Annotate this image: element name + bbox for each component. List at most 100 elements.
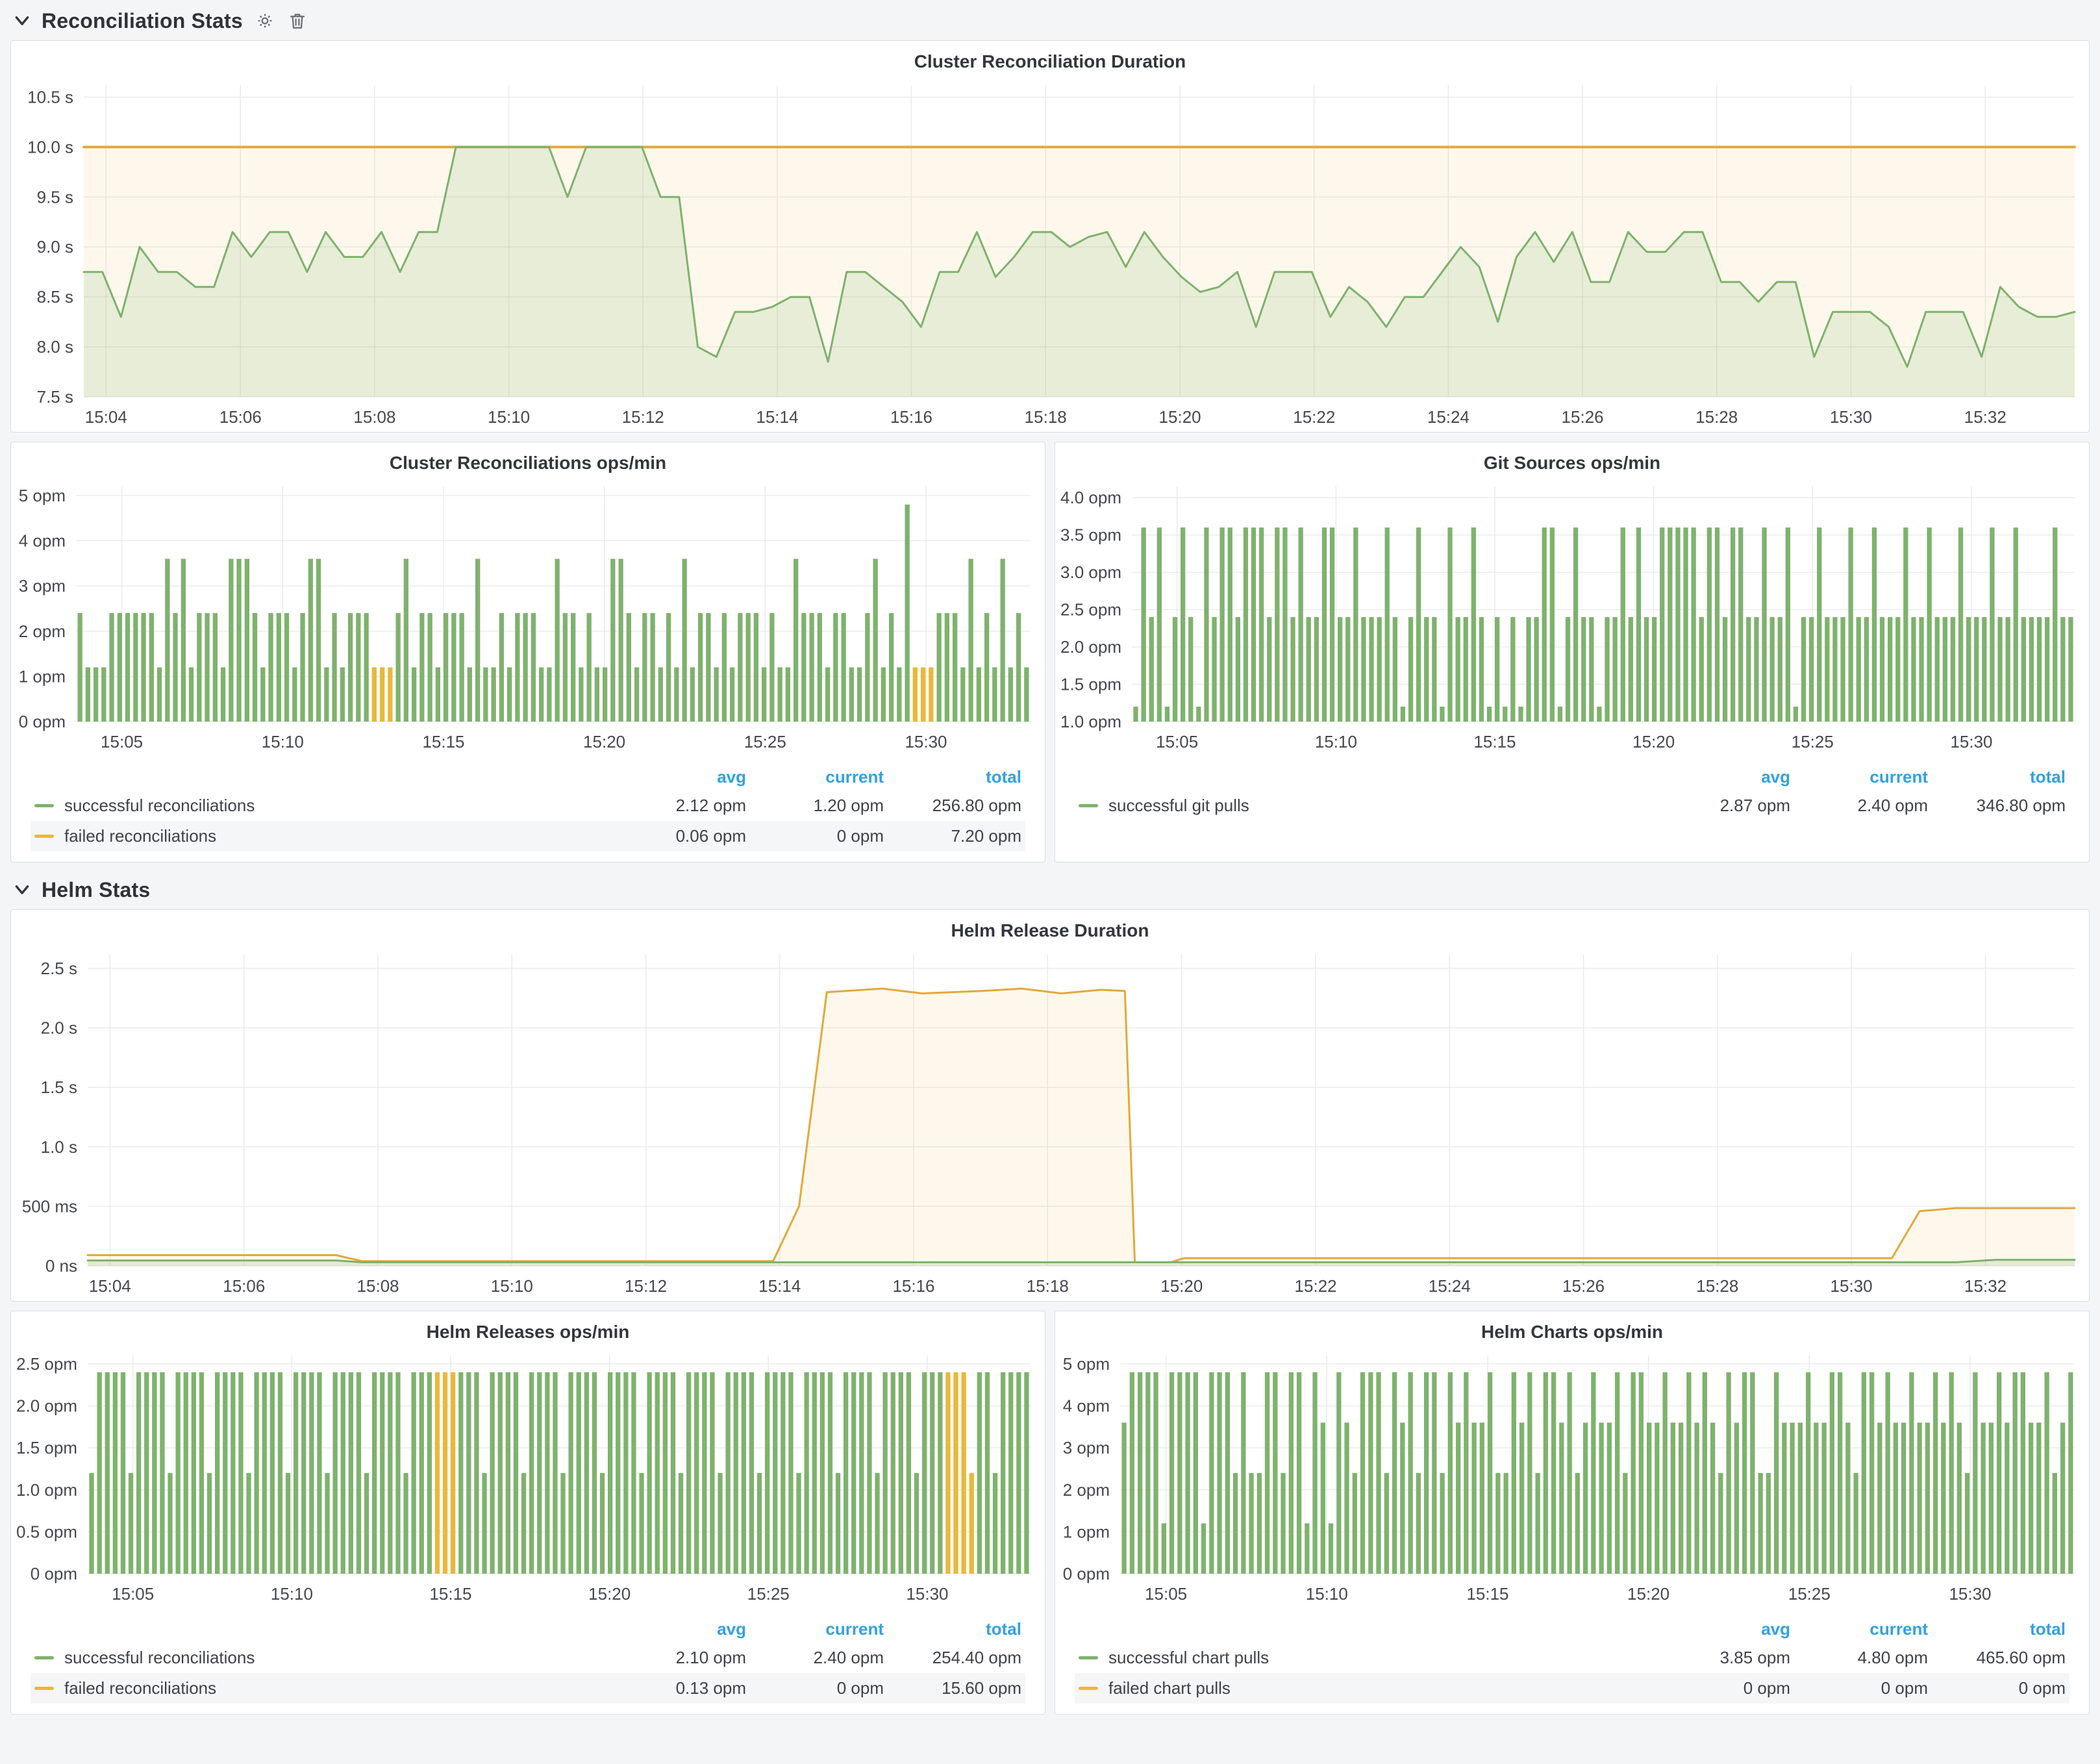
svg-text:9.0 s: 9.0 s — [37, 237, 73, 257]
svg-text:2.5 s: 2.5 s — [41, 959, 77, 978]
svg-text:15:25: 15:25 — [1792, 732, 1834, 751]
cluster-reconciliation-duration-chart[interactable]: 15:0415:0615:0815:1015:1215:1415:1615:18… — [11, 76, 2089, 432]
svg-text:4 opm: 4 opm — [19, 531, 66, 551]
svg-text:3 opm: 3 opm — [1063, 1438, 1110, 1457]
legend-avg-value: 2.12 opm — [608, 796, 746, 816]
legend-row-successful-reconciliations: successful reconciliations 2.10 opm 2.40… — [31, 1643, 1025, 1673]
legend-sort-total[interactable]: total — [1928, 1619, 2066, 1639]
dashboard-page: Reconciliation Stats Cluster Reconciliat… — [0, 0, 2100, 1764]
cluster-reconciliations-opm-chart[interactable]: 15:0515:1015:1515:2015:2515:300 opm1 opm… — [11, 477, 1045, 757]
legend-sort-current[interactable]: current — [1790, 1619, 1928, 1639]
svg-text:2.0 s: 2.0 s — [41, 1018, 77, 1038]
section-header-helm-stats[interactable]: Helm Stats — [0, 873, 2100, 907]
svg-text:0 opm: 0 opm — [19, 712, 66, 731]
svg-text:15:25: 15:25 — [747, 1584, 790, 1604]
svg-text:15:08: 15:08 — [357, 1276, 399, 1296]
legend-avg-value: 2.87 opm — [1653, 796, 1790, 816]
legend: avg current total successful reconciliat… — [31, 763, 1025, 851]
legend-current-value: 1.20 opm — [746, 796, 884, 816]
legend-sort-total[interactable]: total — [884, 1619, 1021, 1639]
svg-text:15:30: 15:30 — [1831, 1276, 1873, 1296]
svg-text:15:18: 15:18 — [1025, 407, 1067, 427]
legend-sort-current[interactable]: current — [746, 1619, 884, 1639]
legend-total-value: 0 opm — [1928, 1678, 2066, 1698]
legend-sort-current[interactable]: current — [1790, 767, 1928, 787]
svg-text:15:04: 15:04 — [85, 407, 127, 427]
svg-text:1.0 opm: 1.0 opm — [16, 1480, 77, 1500]
legend-current-value: 4.80 opm — [1790, 1648, 1928, 1668]
svg-text:15:30: 15:30 — [1950, 732, 1992, 751]
panel-title[interactable]: Helm Release Duration — [11, 910, 2089, 945]
helm-releases-opm-chart[interactable]: 15:0515:1015:1515:2015:2515:300 opm0.5 o… — [11, 1346, 1045, 1609]
panel-cluster-reconciliation-duration: Cluster Reconciliation Duration 15:0415:… — [10, 40, 2090, 433]
section-header-reconciliation-stats[interactable]: Reconciliation Stats — [0, 4, 2100, 38]
panel-title[interactable]: Helm Charts ops/min — [1055, 1311, 2089, 1346]
legend-sort-total[interactable]: total — [884, 767, 1021, 787]
series-color-dash — [34, 1656, 54, 1659]
series-color-dash — [34, 1687, 54, 1690]
trash-icon[interactable] — [287, 10, 308, 31]
svg-text:0 ns: 0 ns — [45, 1256, 77, 1276]
legend-avg-value: 2.10 opm — [608, 1648, 746, 1668]
svg-text:5 opm: 5 opm — [1063, 1354, 1110, 1374]
helm-release-duration-chart[interactable]: 15:0415:0615:0815:1015:1215:1415:1615:18… — [11, 945, 2089, 1301]
svg-text:15:12: 15:12 — [625, 1276, 667, 1296]
svg-text:500 ms: 500 ms — [22, 1196, 77, 1216]
legend-sort-avg[interactable]: avg — [1653, 1619, 1790, 1639]
legend-total-value: 15.60 opm — [884, 1678, 1021, 1698]
legend-sort-current[interactable]: current — [746, 767, 884, 787]
svg-text:15:32: 15:32 — [1964, 407, 2006, 427]
legend-row-successful-chart-pulls: successful chart pulls 3.85 opm 4.80 opm… — [1075, 1643, 2069, 1673]
svg-text:15:25: 15:25 — [1788, 1584, 1831, 1604]
legend-sort-avg[interactable]: avg — [1653, 767, 1790, 787]
svg-text:7.5 s: 7.5 s — [37, 387, 73, 407]
legend-sort-total[interactable]: total — [1928, 767, 2066, 787]
gear-icon[interactable] — [255, 10, 275, 31]
series-color-dash — [34, 804, 54, 807]
svg-text:3.5 opm: 3.5 opm — [1060, 525, 1121, 545]
svg-text:4.0 opm: 4.0 opm — [1060, 488, 1121, 507]
legend-avg-value: 0 opm — [1653, 1678, 1790, 1698]
panel-title[interactable]: Cluster Reconciliations ops/min — [11, 442, 1045, 477]
section-title: Reconciliation Stats — [42, 9, 243, 33]
svg-text:15:10: 15:10 — [491, 1276, 533, 1296]
svg-text:15:22: 15:22 — [1293, 407, 1335, 427]
legend-total-value: 465.60 opm — [1928, 1648, 2066, 1668]
svg-text:15:30: 15:30 — [906, 1584, 948, 1604]
svg-text:15:16: 15:16 — [892, 1276, 934, 1296]
svg-text:1 opm: 1 opm — [19, 666, 66, 686]
panel-cluster-reconciliations-opm: Cluster Reconciliations ops/min 15:05 15:… — [10, 442, 1045, 863]
legend-header-row: avg current total — [1075, 763, 2069, 790]
svg-text:15:12: 15:12 — [622, 407, 664, 427]
legend-avg-value: 0.13 opm — [608, 1678, 746, 1698]
svg-text:15:30: 15:30 — [1949, 1584, 1991, 1604]
svg-text:15:05: 15:05 — [101, 732, 143, 751]
panel-helm-charts-opm: Helm Charts ops/min 15:0515:1015:1515:20… — [1055, 1311, 2090, 1715]
svg-text:15:05: 15:05 — [1145, 1584, 1187, 1604]
svg-text:15:10: 15:10 — [1315, 732, 1357, 751]
panel-title[interactable]: Helm Releases ops/min — [11, 1311, 1045, 1346]
legend-sort-avg[interactable]: avg — [608, 1619, 746, 1639]
svg-text:3 opm: 3 opm — [19, 576, 66, 596]
panel-helm-releases-opm: Helm Releases ops/min 15:0515:1015:1515:… — [10, 1311, 1045, 1715]
panel-title[interactable]: Cluster Reconciliation Duration — [11, 41, 2089, 76]
git-sources-opm-chart[interactable]: 15:0515:1015:1515:2015:2515:301.0 opm1.5… — [1055, 477, 2089, 757]
svg-text:15:28: 15:28 — [1696, 1276, 1738, 1296]
helm-charts-opm-chart[interactable]: 15:0515:1015:1515:2015:2515:300 opm1 opm… — [1055, 1346, 2089, 1609]
legend-row-successful-reconciliations: successful reconciliations 2.12 opm 1.20… — [31, 790, 1025, 821]
svg-text:1.5 s: 1.5 s — [41, 1077, 77, 1097]
svg-text:15:10: 15:10 — [262, 732, 304, 751]
svg-text:15:32: 15:32 — [1964, 1276, 2006, 1296]
series-color-dash — [34, 835, 54, 838]
svg-text:1 opm: 1 opm — [1063, 1522, 1110, 1541]
legend-avg-value: 0.06 opm — [608, 826, 746, 846]
svg-text:0 opm: 0 opm — [31, 1564, 77, 1583]
svg-text:2.5 opm: 2.5 opm — [1060, 600, 1121, 620]
svg-text:15:30: 15:30 — [1830, 407, 1872, 427]
panel-title[interactable]: Git Sources ops/min — [1055, 442, 2089, 477]
svg-text:1.5 opm: 1.5 opm — [16, 1438, 77, 1457]
svg-text:15:20: 15:20 — [1160, 1276, 1203, 1296]
legend-avg-value: 3.85 opm — [1653, 1648, 1790, 1668]
svg-text:15:20: 15:20 — [1632, 732, 1675, 751]
legend-sort-avg[interactable]: avg — [608, 767, 746, 787]
